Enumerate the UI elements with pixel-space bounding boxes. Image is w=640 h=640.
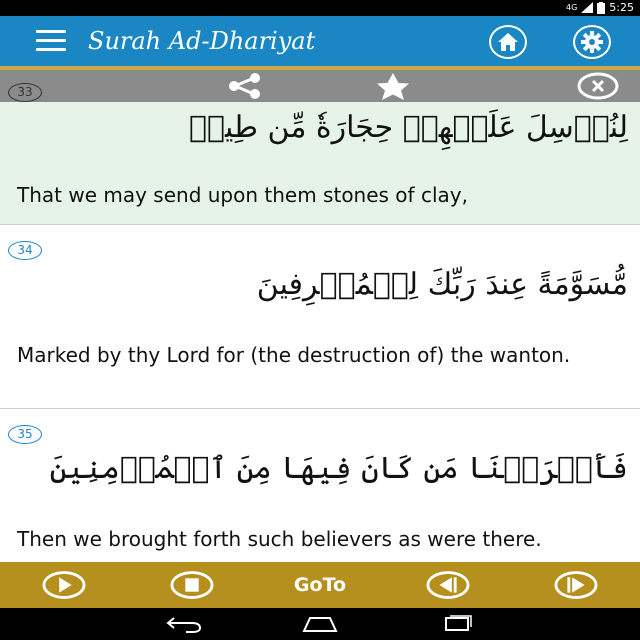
arabic-text: مُّسَوَّمَةً عِندَ رَبِّكَ لِلۡمُسۡرِفِي… [256,267,628,302]
accent-divider [0,66,640,70]
translation-text: That we may send upon them stones of cla… [17,183,468,207]
network-type: 4G [566,3,578,12]
translation-text: Marked by thy Lord for (the destruction … [17,343,571,367]
gear-icon[interactable] [573,25,611,59]
arabic-text: لِنُرۡسِلَ عَلَيۡهِمۡ حِجَارَةٗ مِّن طِي… [189,110,628,145]
play-icon[interactable] [42,571,86,599]
verse-number-badge: 35 [8,425,42,444]
verse-action-bar [0,66,640,102]
recents-icon[interactable] [434,612,482,636]
close-icon[interactable] [576,72,620,100]
signal-icon [581,2,594,13]
system-nav-bar [0,608,640,640]
previous-icon[interactable] [426,571,470,599]
stop-icon[interactable] [170,571,214,599]
home-icon[interactable] [489,25,527,59]
playback-bar: GoTo [0,562,640,608]
page-title: Surah Ad-Dhariyat [88,27,316,55]
home-nav-icon[interactable] [296,612,344,636]
star-icon[interactable] [370,72,416,100]
goto-button[interactable]: GoTo [280,570,360,600]
status-right: 4G 5:25 [566,1,634,14]
verse-item[interactable]: 35 فَأَخۡرَجۡنَا مَن كَانَ فِيهَا مِنَ ٱ… [0,409,640,562]
menu-icon[interactable] [36,30,66,52]
battery-icon [597,1,606,14]
verse-item[interactable]: 34 مُّسَوَّمَةً عِندَ رَبِّكَ لِلۡمُسۡرِ… [0,225,640,409]
verse-number-badge: 33 [8,83,42,102]
verse-item[interactable]: 33 لِنُرۡسِلَ عَلَيۡهِمۡ حِجَارَةٗ مِّن … [0,83,640,225]
app-bar: Surah Ad-Dhariyat [0,16,640,66]
translation-text: Then we brought forth such believers as … [17,527,542,551]
next-icon[interactable] [554,571,598,599]
status-bar: 4G 5:25 [0,0,640,16]
status-time: 5:25 [609,1,634,14]
share-icon[interactable] [222,72,266,100]
arabic-text: فَأَخۡرَجۡنَا مَن كَانَ فِيهَا مِنَ ٱلۡم… [49,451,628,486]
back-icon[interactable] [160,612,208,636]
verse-number-badge: 34 [8,241,42,260]
